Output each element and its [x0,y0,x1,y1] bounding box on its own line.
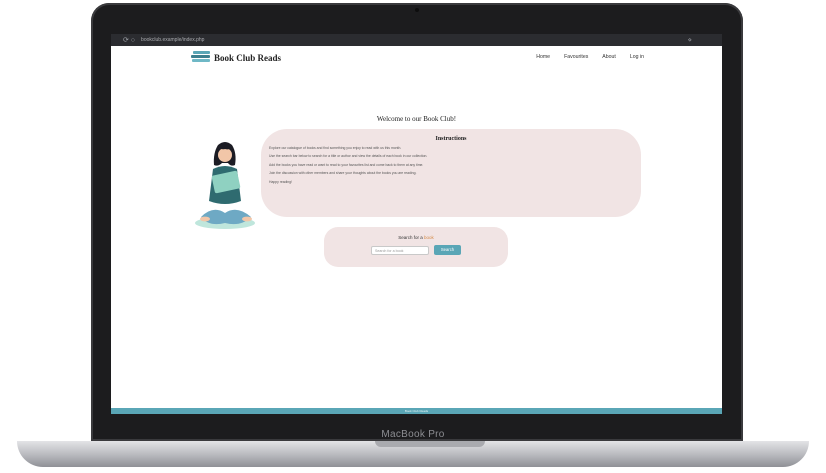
reload-icon[interactable]: ⟳ ○ [123,36,135,44]
instructions-panel: Instructions Explore our catalogue of bo… [261,129,641,217]
site-name: Book Club Reads [214,52,282,63]
site-logo[interactable]: Book Club Reads [191,51,281,64]
instructions-paragraph-5: Happy reading! [269,179,292,184]
camera-icon [415,8,419,12]
instructions-paragraph-2: Use the search bar below to search for a… [269,154,428,159]
nav-about[interactable]: About [602,54,616,60]
device-label: MacBook Pro [381,429,445,440]
search-input[interactable]: Search for a book [371,245,429,255]
browser-window: ⟳ ○ bookclub.example/index.php ⋄ Book Cl… [111,34,722,414]
nav-favourites[interactable]: Favourites [564,54,588,60]
instructions-paragraph-3: Add the books you have read or want to r… [269,162,424,167]
instructions-paragraph-1: Explore our catalogue of books and find … [269,146,402,150]
lid-notch [375,441,485,447]
site-footer: Book Club Reads [111,408,722,414]
instructions-title: Instructions [435,136,467,142]
nav-login[interactable]: Log in [630,54,644,60]
address-bar[interactable]: bookclub.example/index.php [141,37,204,43]
search-form: Search for a book Search [324,245,508,255]
search-label: Search for a book [398,235,434,240]
books-icon [191,51,211,64]
main-nav: Home Favourites About Log in [536,54,644,60]
extensions-icon[interactable]: ⋄ [688,36,692,44]
browser-toolbar: ⟳ ○ bookclub.example/index.php ⋄ [111,34,722,46]
nav-home[interactable]: Home [536,54,550,60]
instructions-paragraph-4: Join the discussion with other members a… [269,171,417,176]
laptop-base: MacBook Pro [17,429,809,467]
search-button[interactable]: Search [434,245,461,255]
welcome-heading: Welcome to our Book Club! [376,115,457,123]
search-panel: Search for a book Search for a book Sear… [324,227,508,267]
reading-woman-illustration [195,142,255,229]
